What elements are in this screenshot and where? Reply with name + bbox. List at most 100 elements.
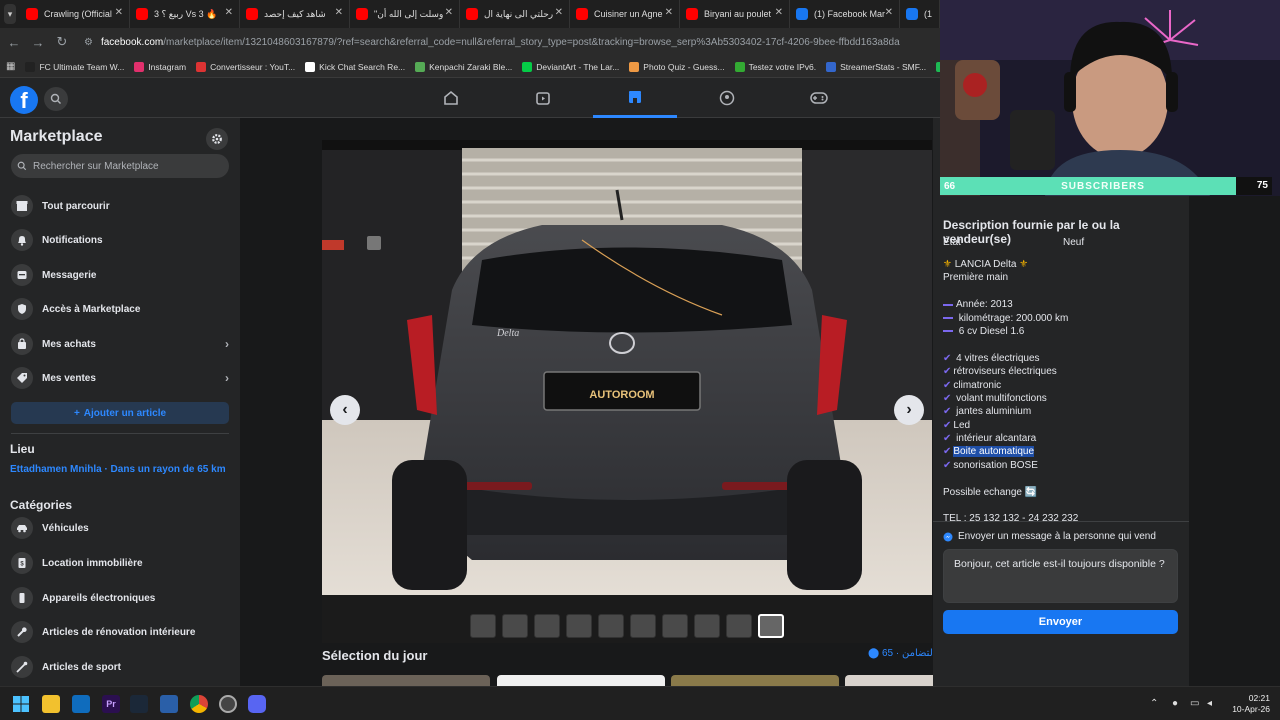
next-photo-button[interactable]: ›	[894, 395, 924, 425]
category-property-rentals[interactable]: $ Location immobilière	[11, 548, 231, 578]
browser-tab[interactable]: (1	[900, 0, 940, 28]
bookmark-item[interactable]: Photo Quiz - Guess...	[629, 61, 725, 72]
bookmark-item[interactable]: DeviantArt - The Lar...	[522, 61, 619, 72]
inbox-icon	[11, 264, 33, 286]
premiere-icon[interactable]: Pr	[102, 695, 120, 713]
app-icon[interactable]	[160, 695, 178, 713]
site-info-icon[interactable]: ⚙	[84, 37, 93, 48]
check-icon: ✔	[943, 406, 952, 418]
photo-thumbnail[interactable]	[662, 614, 688, 638]
category-electronics[interactable]: Appareils électroniques	[11, 583, 231, 613]
bookmark-item[interactable]: Kenpachi Zaraki Ble...	[415, 61, 512, 72]
photo-thumbnail[interactable]	[502, 614, 528, 638]
back-button[interactable]: ←	[2, 35, 26, 50]
sidebar-item-sales[interactable]: Mes ventes ›	[11, 363, 231, 393]
bookmark-item[interactable]: FC Ultimate Team W...	[25, 61, 124, 72]
listing-card[interactable]	[671, 675, 839, 686]
send-button[interactable]: Envoyer	[943, 610, 1178, 634]
sidebar-title: Marketplace	[10, 128, 103, 145]
marketplace-nav-icon[interactable]	[593, 78, 677, 118]
message-textarea[interactable]: Bonjour, cet article est-il toujours dis…	[943, 549, 1178, 603]
close-tab-icon[interactable]: ✕	[775, 7, 783, 18]
browser-tab[interactable]: شاهد كيف إحصد ✕	[240, 0, 350, 28]
marketplace-search-input[interactable]: Rechercher sur Marketplace	[11, 154, 229, 178]
groups-nav-icon[interactable]	[685, 78, 769, 118]
description-line: ⚜ LANCIA Delta ⚜	[943, 258, 1183, 271]
photo-thumbnail[interactable]	[694, 614, 720, 638]
location-filter[interactable]: Ettadhamen Mnihla · Dans un rayon de 65 …	[10, 464, 226, 475]
photo-thumbnail[interactable]	[598, 614, 624, 638]
house-tag-icon: $	[11, 552, 33, 574]
file-explorer-icon[interactable]	[42, 695, 60, 713]
photo-thumbnail[interactable]	[758, 614, 784, 638]
tab-favicon-icon	[576, 8, 588, 20]
forward-button[interactable]: →	[26, 35, 50, 50]
condition-value: Neuf	[1063, 237, 1085, 248]
close-tab-icon[interactable]: ✕	[665, 7, 673, 18]
system-clock[interactable]: 02:21 10-Apr-26	[1232, 693, 1270, 715]
steam-icon[interactable]	[130, 695, 148, 713]
address-bar[interactable]: ⚙ facebook.com/marketplace/item/13210486…	[84, 37, 924, 48]
description-line	[943, 499, 1183, 512]
browser-tab[interactable]: ربيع ؟ 3 Vs 3 🔥 ✕	[130, 0, 240, 28]
bookmark-favicon-icon	[305, 61, 316, 72]
close-tab-icon[interactable]: ✕	[225, 7, 233, 18]
app-icon[interactable]	[219, 695, 237, 713]
close-tab-icon[interactable]: ✕	[115, 7, 123, 18]
bookmark-item[interactable]: StreamerStats - SMF...	[826, 61, 926, 72]
bookmark-item[interactable]: Instagram	[134, 61, 186, 72]
browser-tab[interactable]: Biryani au poulet ✕	[680, 0, 790, 28]
photo-thumbnail[interactable]	[534, 614, 560, 638]
apps-grid-icon[interactable]: ▦	[6, 61, 15, 72]
description-line-text: climatronic	[953, 379, 1002, 391]
browser-tab[interactable]: Crawling (Official ✕	[20, 0, 130, 28]
sidebar-item-browse-all[interactable]: Tout parcourir	[11, 191, 231, 221]
search-icon[interactable]	[44, 87, 68, 111]
windows-start-icon[interactable]	[12, 695, 30, 713]
facebook-logo[interactable]: f	[10, 86, 38, 114]
bookmark-item[interactable]: Convertisseur : YouT...	[196, 61, 295, 72]
photo-thumbnail[interactable]	[470, 614, 496, 638]
add-listing-button[interactable]: + Ajouter un article	[11, 402, 229, 424]
microphone-icon[interactable]: ●	[1172, 698, 1178, 709]
reload-button[interactable]: ↻	[50, 34, 74, 50]
gear-icon[interactable]	[206, 128, 228, 150]
chrome-icon[interactable]	[190, 695, 208, 713]
previous-photo-button[interactable]: ‹	[330, 395, 360, 425]
home-nav-icon[interactable]	[409, 78, 493, 118]
sidebar-item-marketplace-access[interactable]: Accès à Marketplace	[11, 294, 231, 324]
close-tab-icon[interactable]: ✕	[555, 7, 563, 18]
listing-photo[interactable]: AUTOROOM Delta ‹ ›	[322, 140, 932, 643]
listing-card[interactable]	[322, 675, 490, 686]
listing-card[interactable]	[497, 675, 665, 686]
close-tab-icon[interactable]: ✕	[885, 7, 893, 18]
watch-nav-icon[interactable]	[501, 78, 585, 118]
photo-thumbnail[interactable]	[726, 614, 752, 638]
outlook-icon[interactable]	[72, 695, 90, 713]
browser-tab[interactable]: رحلتي الى نهاية ال ✕	[460, 0, 570, 28]
tab-label: Cuisiner un Agne	[594, 9, 663, 19]
network-icon[interactable]: ▭	[1190, 698, 1199, 709]
bookmark-item[interactable]: Testez votre IPv6.	[734, 61, 816, 72]
category-home-improvement[interactable]: Articles de rénovation intérieure	[11, 617, 231, 647]
gaming-nav-icon[interactable]	[777, 78, 861, 118]
sidebar-item-notifications[interactable]: Notifications	[11, 225, 231, 255]
category-sports[interactable]: Articles de sport	[11, 652, 231, 682]
discord-icon[interactable]	[248, 695, 266, 713]
volume-icon[interactable]: ◂	[1207, 698, 1212, 709]
tab-search-button[interactable]: ▾	[4, 4, 16, 24]
sidebar-item-label: Mes ventes	[42, 372, 96, 384]
category-label: Location immobilière	[42, 557, 143, 569]
photo-thumbnail[interactable]	[630, 614, 656, 638]
sidebar-item-purchases[interactable]: Mes achats ›	[11, 329, 231, 359]
sidebar-item-messages[interactable]: Messagerie	[11, 260, 231, 290]
close-tab-icon[interactable]: ✕	[445, 7, 453, 18]
category-vehicles[interactable]: Véhicules	[11, 513, 231, 543]
close-tab-icon[interactable]: ✕	[335, 7, 343, 18]
bookmark-item[interactable]: Kick Chat Search Re...	[305, 61, 405, 72]
browser-tab[interactable]: Cuisiner un Agne ✕	[570, 0, 680, 28]
photo-thumbnail[interactable]	[566, 614, 592, 638]
browser-tab[interactable]: (1) Facebook Mar ✕	[790, 0, 900, 28]
browser-tab[interactable]: "وسلت إلى الله أن ✕	[350, 0, 460, 28]
tray-chevron-icon[interactable]: ⌃	[1150, 698, 1158, 709]
